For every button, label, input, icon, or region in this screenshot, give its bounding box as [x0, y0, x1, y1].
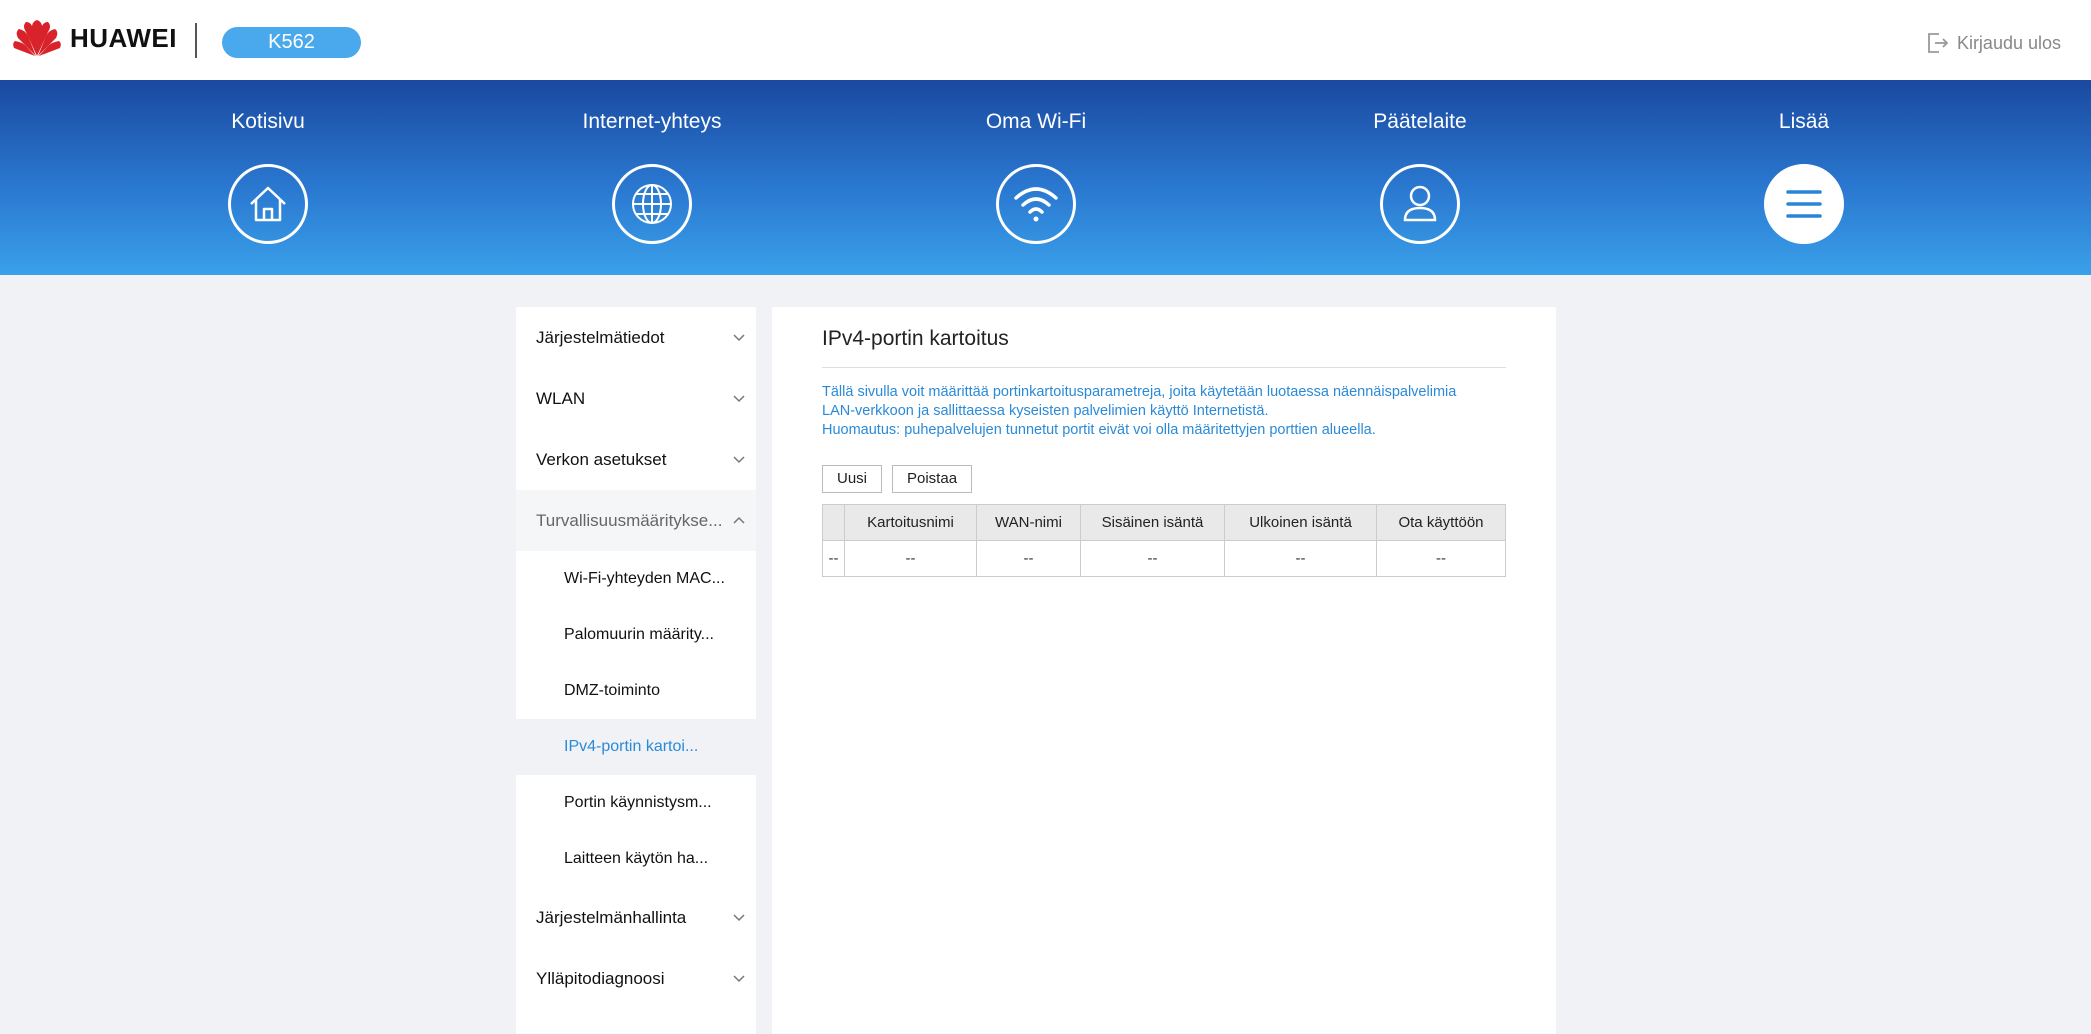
nav-label: Päätelaite: [1373, 110, 1467, 133]
nav-item-more[interactable]: Lisää: [1684, 80, 1924, 275]
header-wan-name: WAN-nimi: [976, 504, 1081, 541]
nav-label: Lisää: [1778, 110, 1830, 133]
sidebar-subitem-port-trigger[interactable]: Portin käynnistysm...: [516, 775, 756, 831]
sidebar-item-wlan[interactable]: WLAN: [516, 368, 756, 429]
sidebar-subitem-device-access[interactable]: Laitteen käytön ha...: [516, 831, 756, 887]
sidebar-item-label: Järjestelmätiedot: [536, 328, 665, 347]
nav-item-home[interactable]: Kotisivu: [148, 80, 388, 275]
nav-item-device[interactable]: Päätelaite: [1300, 80, 1540, 275]
table-cell: --: [1080, 540, 1225, 577]
logout-icon: [1928, 33, 1949, 53]
sidebar-item-diagnostics[interactable]: Ylläpitodiagnoosi: [516, 948, 756, 1009]
sidebar-item-label: Järjestelmänhallinta: [536, 908, 687, 927]
nav-label: Kotisivu: [231, 110, 305, 133]
header-select: [822, 504, 845, 541]
description-line: Tällä sivulla voit määrittää portinkarto…: [822, 384, 1457, 400]
header-internal-host: Sisäinen isäntä: [1080, 504, 1225, 541]
table-cell: --: [976, 540, 1081, 577]
sidebar-item-label: WLAN: [536, 389, 586, 408]
brand-name: HUAWEI: [70, 22, 177, 53]
sidebar-subitem-wifi-mac[interactable]: Wi-Fi-yhteyden MAC...: [516, 551, 756, 607]
home-icon: [228, 164, 308, 244]
logo-divider: [195, 23, 197, 58]
chevron-down-icon: [733, 914, 745, 922]
sidebar-item-network-settings[interactable]: Verkon asetukset: [516, 429, 756, 490]
sidebar-item-label: Verkon asetukset: [536, 450, 667, 469]
table-header-row: Kartoitusnimi WAN-nimi Sisäinen isäntä U…: [822, 504, 1506, 541]
nav-label: Internet-yhteys: [582, 110, 722, 133]
main-nav: Kotisivu Internet-yhteys Oma Wi-Fi Pääte…: [0, 80, 2091, 275]
nav-label: Oma Wi-Fi: [985, 110, 1087, 133]
huawei-logo: HUAWEI: [12, 18, 177, 58]
huawei-flower-icon: [13, 20, 61, 56]
delete-button[interactable]: Poistaa: [892, 465, 973, 493]
sidebar-item-label: Ylläpitodiagnoosi: [536, 969, 665, 988]
table-cell: --: [844, 540, 977, 577]
chevron-up-icon: [733, 516, 745, 524]
chevron-down-icon: [733, 456, 745, 464]
sidebar-item-security[interactable]: Turvallisuusmääritykse...: [516, 490, 756, 551]
sidebar-subitem-firewall[interactable]: Palomuurin määrity...: [516, 607, 756, 663]
sidebar-subitem-ipv4-port-mapping[interactable]: IPv4-portin kartoi...: [516, 719, 756, 775]
sidebar-subitem-dmz[interactable]: DMZ-toiminto: [516, 663, 756, 719]
new-button[interactable]: Uusi: [822, 465, 883, 493]
title-divider: [822, 367, 1506, 368]
content-panel: IPv4-portin kartoitus Tällä sivulla voit…: [772, 307, 1556, 1034]
port-mapping-table: Kartoitusnimi WAN-nimi Sisäinen isäntä U…: [822, 504, 1506, 577]
nav-item-internet[interactable]: Internet-yhteys: [532, 80, 772, 275]
header-mapping-name: Kartoitusnimi: [844, 504, 977, 541]
nav-item-wifi[interactable]: Oma Wi-Fi: [916, 80, 1156, 275]
page-title: IPv4-portin kartoitus: [822, 327, 1009, 350]
sidebar-item-system-info[interactable]: Järjestelmätiedot: [516, 307, 756, 368]
wifi-icon: [996, 164, 1076, 244]
description-line: LAN-verkkoon ja sallittaessa kyseisten p…: [822, 403, 1269, 419]
sidebar: Järjestelmätiedot WLAN Verkon asetukset …: [516, 307, 756, 1034]
logout-label: Kirjaudu ulos: [1956, 32, 2061, 53]
table-cell: --: [1224, 540, 1377, 577]
globe-icon: [612, 164, 692, 244]
chevron-down-icon: [733, 975, 745, 983]
table-row: -- -- -- -- -- --: [822, 540, 1506, 577]
table-cell: --: [822, 540, 845, 577]
sidebar-item-system-management[interactable]: Järjestelmänhallinta: [516, 887, 756, 948]
table-cell: --: [1376, 540, 1506, 577]
header-enable: Ota käyttöön: [1376, 504, 1506, 541]
menu-icon: [1764, 164, 1844, 244]
user-icon: [1380, 164, 1460, 244]
sidebar-item-label: Turvallisuusmääritykse...: [536, 511, 723, 530]
header-external-host: Ulkoinen isäntä: [1224, 504, 1377, 541]
page-description: Tällä sivulla voit määrittää portinkarto…: [822, 383, 1522, 440]
logout-button[interactable]: Kirjaudu ulos: [1925, 31, 2061, 55]
chevron-down-icon: [733, 334, 745, 342]
top-bar: HUAWEI K562 Kirjaudu ulos: [0, 0, 2091, 80]
description-line: Huomautus: puhepalvelujen tunnetut porti…: [822, 422, 1376, 438]
model-badge: K562: [222, 27, 361, 58]
chevron-down-icon: [733, 395, 745, 403]
